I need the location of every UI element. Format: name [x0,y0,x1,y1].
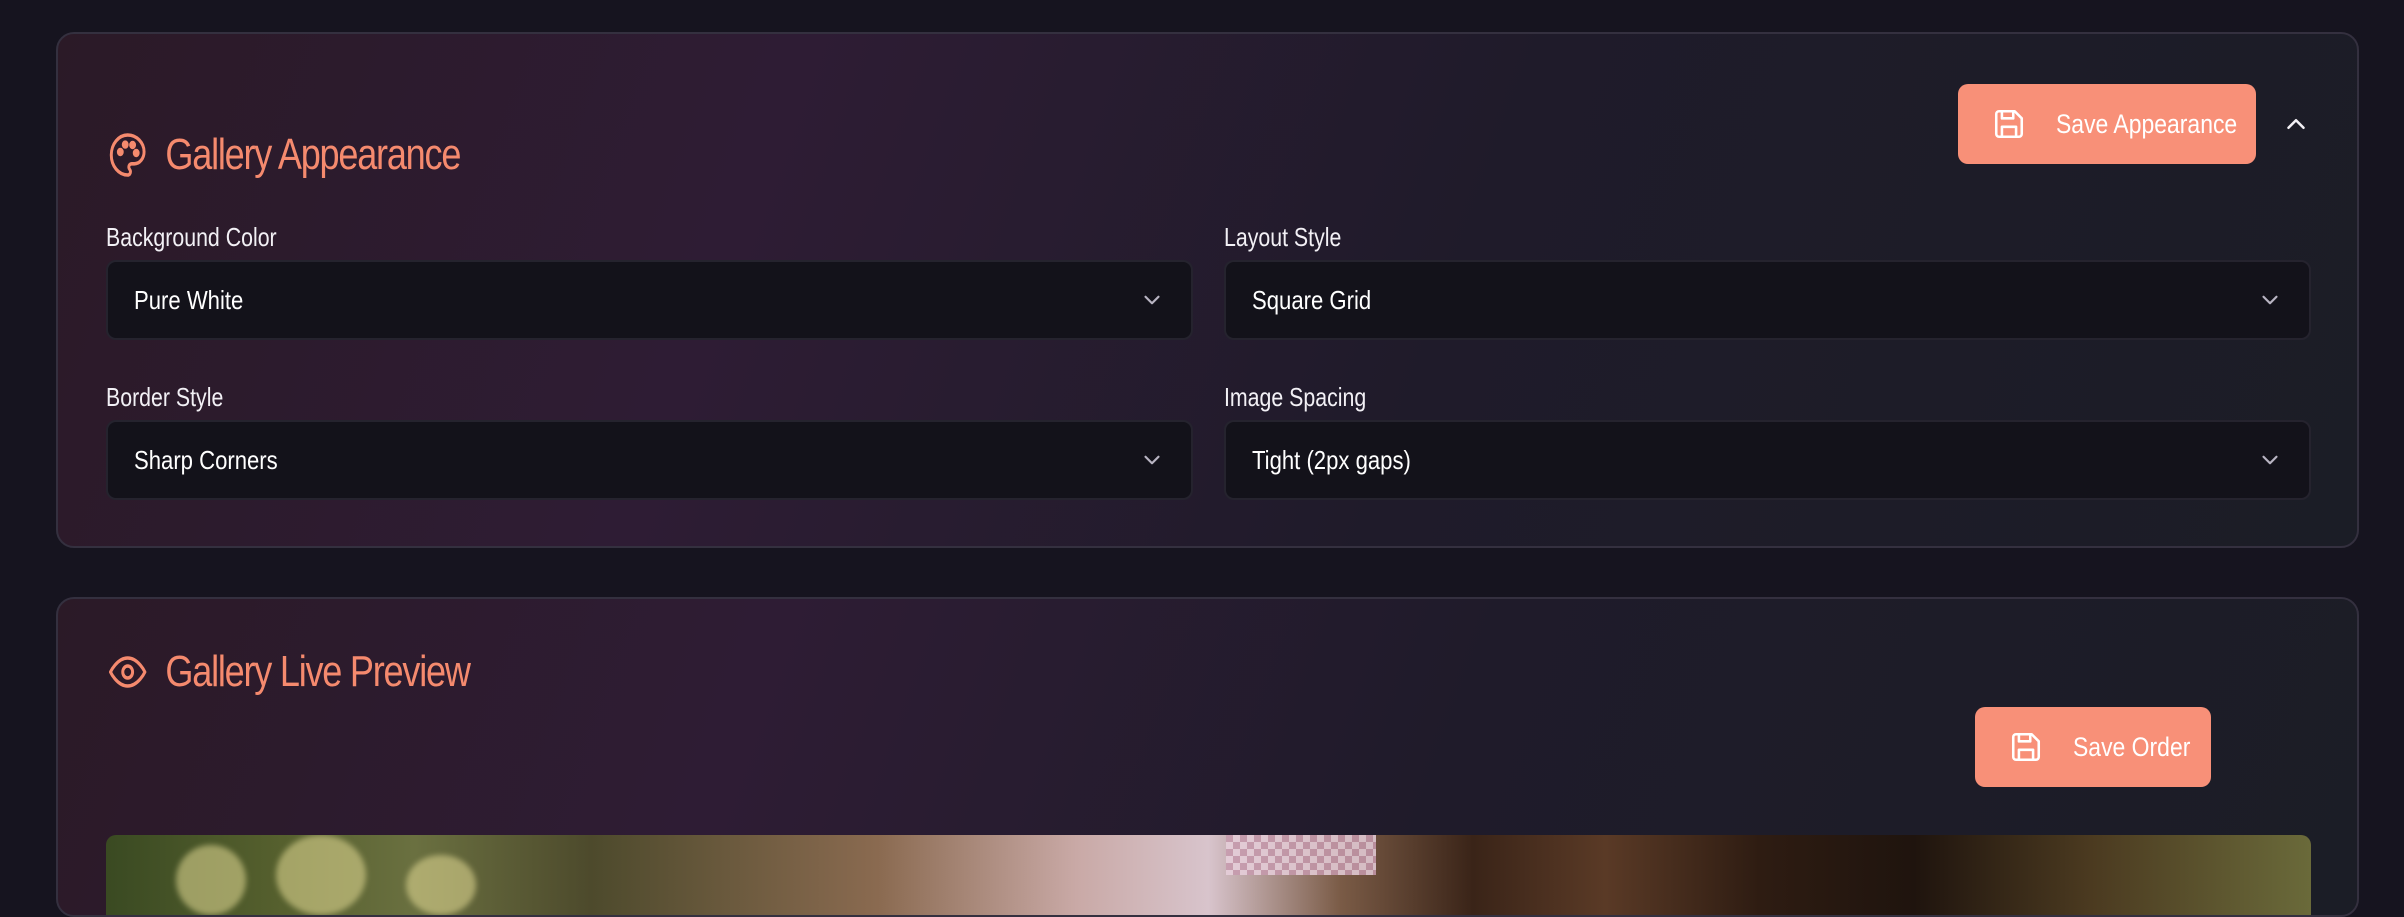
image-spacing-label: Image Spacing [1224,382,1367,412]
chevron-down-icon [2262,455,2278,465]
checkered-cloth [1226,835,1376,875]
save-appearance-label: Save Appearance [2056,108,2238,139]
gallery-appearance-title: Gallery Appearance [108,122,461,188]
gallery-live-preview-panel: Gallery Live Preview Save Order [56,597,2359,917]
background-color-value: Pure White [134,284,244,315]
border-style-value: Sharp Corners [134,444,278,475]
bokeh-light [176,845,246,915]
gallery-live-preview-title-text: Gallery Live Preview [165,647,470,696]
save-order-label: Save Order [2073,731,2191,762]
gallery-appearance-title-text: Gallery Appearance [165,130,461,179]
gallery-live-preview-title: Gallery Live Preview [108,639,471,705]
gallery-preview-image[interactable] [106,835,2311,915]
layout-style-label: Layout Style [1224,222,1342,252]
save-order-button[interactable]: Save Order [1975,707,2211,787]
layout-style-value: Square Grid [1252,284,1372,315]
bokeh-light [276,835,366,915]
background-color-label: Background Color [106,222,277,252]
floppy-disk-icon [1994,109,2024,139]
palette-icon [109,133,146,177]
eye-icon [108,656,147,688]
chevron-down-icon [1144,295,1160,305]
bokeh-light [406,855,476,915]
save-appearance-button[interactable]: Save Appearance [1958,84,2256,164]
floppy-disk-icon [2011,732,2041,762]
border-style-select[interactable]: Sharp Corners [106,420,1193,500]
collapse-panel-button[interactable] [2276,104,2316,144]
chevron-down-icon [2262,295,2278,305]
background-color-select[interactable]: Pure White [106,260,1193,340]
image-spacing-select[interactable]: Tight (2px gaps) [1224,420,2311,500]
chevron-down-icon [1144,455,1160,465]
gallery-appearance-panel: Gallery Appearance Save Appearance Backg… [56,32,2359,548]
chevron-up-icon [2287,119,2305,129]
layout-style-select[interactable]: Square Grid [1224,260,2311,340]
border-style-label: Border Style [106,382,224,412]
image-spacing-value: Tight (2px gaps) [1252,444,1411,475]
